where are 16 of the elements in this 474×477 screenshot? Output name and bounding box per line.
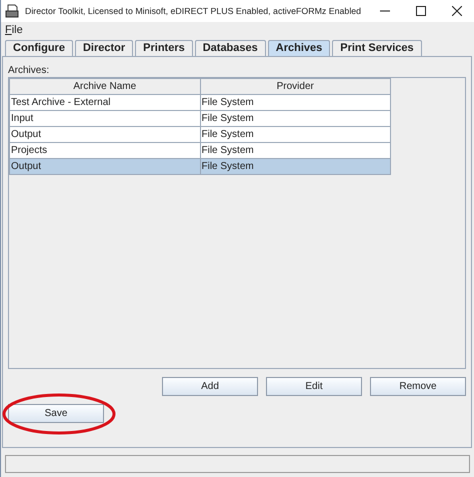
tab[interactable]: Archives — [268, 40, 330, 56]
tab[interactable]: Print Services — [332, 40, 422, 56]
tab[interactable]: Director — [74, 40, 134, 56]
save-button[interactable]: Save — [8, 404, 104, 423]
action-button[interactable]: Edit — [266, 377, 362, 396]
tab[interactable]: Configure — [5, 40, 73, 56]
tab[interactable]: Databases — [194, 40, 266, 56]
window-title: Director Toolkit, Licensed to Minisoft, eDIRECT PLUS Enabled, activeFORMz Enabled — [25, 6, 362, 16]
section-label: Archives: — [8, 65, 50, 77]
action-button[interactable]: Remove — [370, 377, 466, 396]
table-row[interactable]: Output File System — [10, 158, 390, 174]
column-header[interactable]: Archive Name — [10, 78, 200, 94]
action-button[interactable]: Add — [162, 377, 258, 396]
menu-item[interactable]: File — [5, 24, 23, 36]
column-header[interactable]: Provider — [200, 78, 390, 94]
tab[interactable]: Printers — [135, 40, 193, 56]
